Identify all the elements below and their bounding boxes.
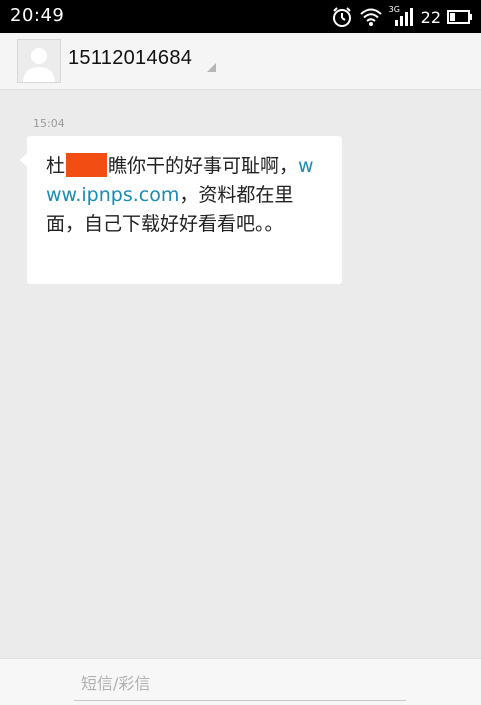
message-text: 杜瞧你干的好事可耻啊，www.ipnps.com，资料都在里面，自己下载好好看看…	[46, 152, 328, 239]
wifi-icon	[359, 7, 383, 27]
signal-icon: 3G	[389, 5, 413, 27]
person-placeholder-icon	[23, 48, 55, 82]
status-icons: 3G 22	[331, 4, 473, 30]
battery-level: 22	[420, 7, 441, 27]
conversation-header: 15112014684	[0, 33, 481, 90]
status-bar: 20:49 3G 22	[0, 0, 481, 33]
message-text-start: 杜	[46, 155, 66, 177]
message-input[interactable]: 短信/彩信	[74, 667, 406, 701]
contact-avatar[interactable]	[17, 39, 61, 83]
alarm-icon	[331, 6, 353, 28]
redaction-block	[66, 153, 108, 177]
battery-icon	[447, 9, 473, 25]
message-text-middle: 瞧你干的好事可耻啊，	[108, 155, 299, 177]
status-time: 20:49	[10, 5, 65, 26]
composer-bar: 短信/彩信	[0, 658, 481, 705]
contact-number[interactable]: 15112014684	[68, 47, 192, 70]
message-timestamp: 15:04	[33, 117, 65, 130]
dropdown-corner-icon[interactable]	[207, 63, 216, 72]
message-bubble[interactable]: 杜瞧你干的好事可耻啊，www.ipnps.com，资料都在里面，自己下载好好看看…	[27, 136, 342, 284]
